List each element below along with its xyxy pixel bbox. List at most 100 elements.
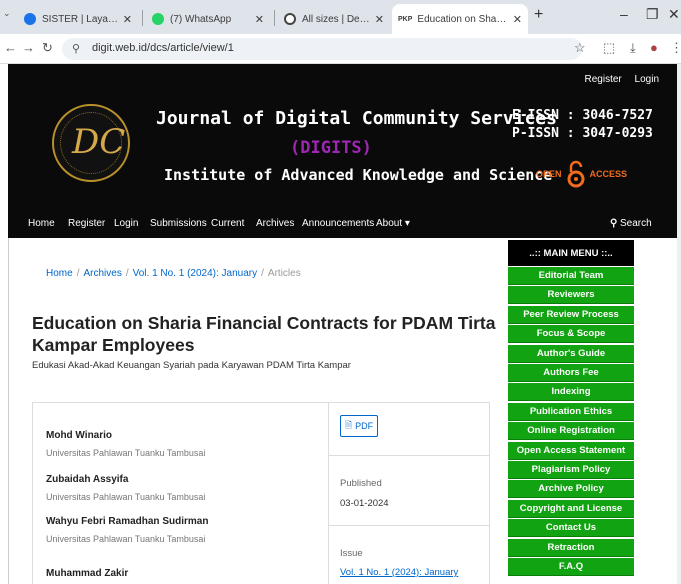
top-links: Register Login: [575, 74, 660, 85]
main-nav: Home Register Login Submissions Current …: [8, 212, 681, 238]
breadcrumb-separator: /: [261, 268, 264, 279]
register-link[interactable]: Register: [585, 74, 622, 85]
nav-current[interactable]: Current: [211, 218, 244, 229]
sidebar-item-focus-scope[interactable]: Focus & Scope: [508, 325, 634, 344]
details-separator: [329, 525, 490, 526]
nav-search[interactable]: Search: [620, 218, 652, 229]
nav-register[interactable]: Register: [68, 218, 105, 229]
sidebar-item-contact-us[interactable]: Contact Us: [508, 519, 634, 538]
logo-monogram: DC: [72, 122, 126, 162]
site-settings-icon[interactable]: ⚲: [72, 42, 80, 55]
restore-icon[interactable]: ❐: [646, 6, 659, 23]
page-scrollbar[interactable]: [677, 64, 681, 584]
close-icon[interactable]: ✕: [375, 13, 384, 26]
tab-separator: [274, 10, 275, 26]
author-affiliation: Universitas Pahlawan Tuanku Tambusai: [46, 534, 206, 544]
sidebar-item-editorial-team[interactable]: Editorial Team: [508, 267, 634, 285]
sidebar-item-plagiarism-policy[interactable]: Plagiarism Policy: [508, 461, 634, 479]
breadcrumb-separator: /: [76, 268, 80, 279]
close-window-icon[interactable]: ✕: [668, 6, 680, 23]
issue-link[interactable]: Vol. 1 No. 1 (2024): January: [340, 567, 458, 578]
url-text: digit.web.id/dcs/article/view/1: [92, 42, 234, 54]
profile-avatar-icon[interactable]: ●: [650, 40, 658, 55]
breadcrumb: Home / Archives / Vol. 1 No. 1 (2024): Janua…: [46, 268, 301, 279]
sidebar-item-open-access-statement[interactable]: Open Access Statement: [508, 441, 634, 460]
journal-title: Journal of Digital Community Services: [156, 108, 557, 129]
sidebar-item-f-a-q[interactable]: F.A.Q: [508, 558, 634, 576]
details-separator: [329, 455, 490, 456]
nav-about[interactable]: About ▾: [376, 218, 410, 229]
back-icon[interactable]: ←: [4, 40, 17, 55]
tab-sister[interactable]: SISTER | Layanan_bkd ✕: [18, 4, 138, 34]
minimize-icon[interactable]: –: [620, 6, 628, 22]
pdf-download-button[interactable]: 🗎 PDF: [340, 415, 378, 437]
pdf-label: PDF: [355, 421, 374, 431]
nav-archives[interactable]: Archives: [256, 218, 294, 229]
breadcrumb-archives[interactable]: Archives: [83, 268, 121, 279]
tab-separator: [142, 10, 143, 26]
breadcrumb-separator: /: [125, 268, 129, 279]
nav-announcements[interactable]: Announcements: [302, 218, 374, 229]
author-name: Wahyu Febri Ramadhan Sudirman: [46, 516, 209, 527]
sidebar-item-reviewers[interactable]: Reviewers: [508, 286, 634, 305]
tab-all-sizes[interactable]: All sizes | Desember 2023 (111 ✕: [278, 4, 390, 34]
browser-toolbar: ← → ↻ ⚲ digit.web.id/dcs/article/view/1 …: [0, 34, 681, 64]
file-icon: 🗎: [344, 420, 353, 430]
sidebar-item-retraction[interactable]: Retraction: [508, 538, 634, 557]
issue-label: Issue: [340, 548, 363, 559]
sister-favicon-icon: [24, 13, 36, 25]
tab-whatsapp[interactable]: (7) WhatsApp ✕: [146, 4, 270, 34]
e-issn: E-ISSN : 3046-7527: [512, 108, 653, 123]
nav-login[interactable]: Login: [114, 218, 138, 229]
tab-title: All sizes | Desember 2023 (111: [302, 13, 371, 25]
published-label: Published: [340, 478, 382, 489]
new-tab-button[interactable]: +: [534, 6, 543, 24]
close-icon[interactable]: ✕: [123, 13, 132, 26]
extensions-icon[interactable]: ⬚: [603, 40, 615, 56]
download-icon[interactable]: ⤓: [630, 40, 636, 56]
open-lock-icon: [567, 160, 585, 188]
sidebar-item-publication-ethics[interactable]: Publication Ethics: [508, 402, 634, 421]
close-icon[interactable]: ✕: [255, 13, 264, 26]
bookmark-star-icon[interactable]: ☆: [574, 40, 586, 56]
published-date: 03-01-2024: [340, 498, 389, 509]
open-access-open-text: OPEN: [536, 169, 562, 179]
forward-icon[interactable]: →: [22, 40, 35, 55]
tab-search-icon[interactable]: ⌄: [3, 8, 11, 19]
author-name: Zubaidah Assyifa: [46, 474, 129, 485]
reload-icon[interactable]: ↻: [42, 40, 53, 56]
address-bar[interactable]: ⚲ digit.web.id/dcs/article/view/1: [62, 38, 582, 60]
article-subtitle: Edukasi Akad-Akad Keuangan Syariah pada …: [32, 360, 351, 371]
sidebar-item-online-registration[interactable]: Online Registration: [508, 422, 634, 441]
sidebar-item-copyright-and-license[interactable]: Copyright and License: [508, 499, 634, 518]
nav-home[interactable]: Home: [28, 218, 55, 229]
article-title: Education on Sharia Financial Contracts …: [32, 313, 496, 355]
open-access-logo: OPEN ACCESS: [536, 160, 627, 188]
browser-tab-strip: ⌄ SISTER | Layanan_bkd ✕ (7) WhatsApp ✕ …: [0, 0, 681, 34]
sidebar-item-author-s-guide[interactable]: Author's Guide: [508, 344, 634, 363]
breadcrumb-home[interactable]: Home: [46, 268, 73, 279]
sidebar-item-indexing[interactable]: Indexing: [508, 383, 634, 402]
author-affiliation: Universitas Pahlawan Tuanku Tambusai: [46, 492, 206, 502]
details-divider: [328, 402, 329, 584]
pkp-favicon-icon: PKP: [398, 15, 413, 23]
sidebar-item-peer-review-process[interactable]: Peer Review Process: [508, 305, 634, 324]
open-access-access-text: ACCESS: [589, 169, 628, 179]
breadcrumb-current: Articles: [267, 268, 301, 279]
menu-kebab-icon[interactable]: ⋮: [670, 40, 681, 56]
close-icon[interactable]: ✕: [513, 13, 522, 26]
sidebar-item-authors-fee[interactable]: Authors Fee: [508, 364, 634, 382]
whatsapp-favicon-icon: [152, 13, 164, 25]
journal-abbreviation: (DIGITS): [290, 138, 372, 158]
journal-header: Register Login DC Journal of Digital Com…: [8, 64, 681, 212]
login-link[interactable]: Login: [635, 74, 659, 85]
breadcrumb-issue[interactable]: Vol. 1 No. 1 (2024): January: [133, 268, 258, 279]
tab-title: (7) WhatsApp: [170, 13, 232, 25]
p-issn: P-ISSN : 3047-0293: [512, 126, 653, 141]
search-icon[interactable]: ⚲: [610, 218, 617, 229]
nav-submissions[interactable]: Submissions: [150, 218, 207, 229]
journal-logo[interactable]: DC: [52, 104, 130, 182]
tab-education-article[interactable]: PKP Education on Sharia Financial C ✕: [392, 4, 528, 34]
sidebar-item-archive-policy[interactable]: Archive Policy: [508, 480, 634, 499]
author-name: Mohd Winario: [46, 430, 113, 441]
